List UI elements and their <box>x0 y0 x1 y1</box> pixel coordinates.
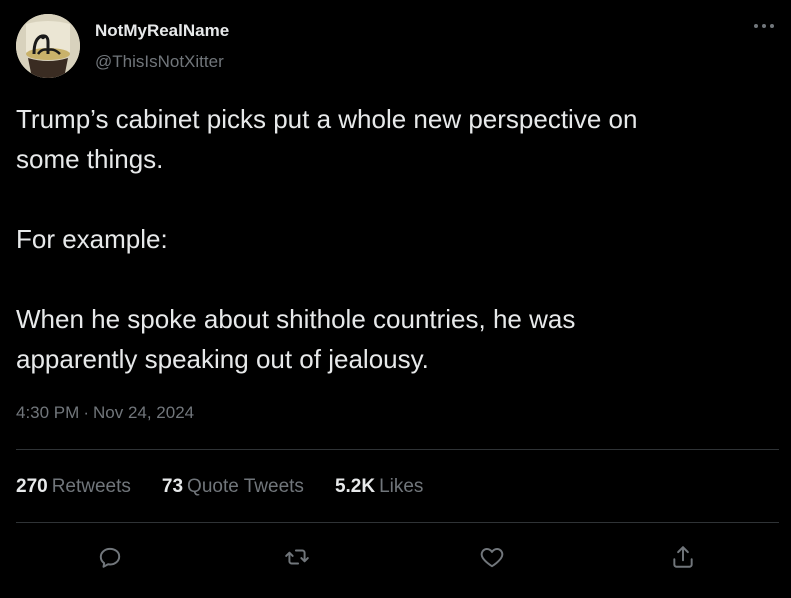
quote-tweets-label: Quote Tweets <box>187 476 304 497</box>
tweet-line <box>16 259 776 299</box>
tweet-detail: NotMyRealName @ThisIsNotXitter Trump’s c… <box>0 0 791 598</box>
tweet-time: 4:30 PM <box>16 403 80 422</box>
likes-stat[interactable]: 5.2K Likes <box>335 476 424 498</box>
share-icon <box>673 546 693 568</box>
avatar-image <box>16 14 80 78</box>
user-handle[interactable]: @ThisIsNotXitter <box>95 52 224 72</box>
retweet-button[interactable] <box>280 540 314 574</box>
display-name[interactable]: NotMyRealName <box>95 21 229 41</box>
retweet-icon <box>285 549 309 565</box>
likes-label: Likes <box>379 476 424 497</box>
likes-count: 5.2K <box>334 476 376 497</box>
tweet-date: Nov 24, 2024 <box>92 403 195 422</box>
like-button[interactable] <box>475 540 509 574</box>
retweets-count: 270 <box>16 476 48 497</box>
tweet-line: When he spoke about shithole countries, … <box>16 304 576 334</box>
retweets-label: Retweets <box>51 476 131 497</box>
more-horizontal-icon <box>754 24 774 28</box>
heart-icon <box>480 548 504 568</box>
tweet-line: some things. <box>16 144 164 174</box>
tweet-line: apparently speaking out of jealousy. <box>16 344 429 374</box>
tweet-text: Trump’s cabinet picks put a whole new pe… <box>16 99 776 379</box>
tweet-line: For example: <box>16 224 168 254</box>
divider <box>16 449 779 450</box>
share-button[interactable] <box>666 540 700 574</box>
reply-button[interactable] <box>93 540 127 574</box>
avatar[interactable] <box>16 14 80 78</box>
timestamp-separator: · <box>83 403 89 422</box>
tweet-timestamp[interactable]: 4:30 PM · Nov 24, 2024 <box>16 403 194 423</box>
retweets-stat[interactable]: 270 Retweets <box>16 476 131 498</box>
more-options-button[interactable] <box>750 16 778 36</box>
quote-tweets-count: 73 <box>161 476 184 497</box>
tweet-line <box>16 179 776 219</box>
tweet-line: Trump’s cabinet picks put a whole new pe… <box>16 104 638 134</box>
divider <box>16 522 779 523</box>
tweet-stats: 270 Retweets 73 Quote Tweets 5.2K Likes <box>16 476 454 498</box>
action-bar <box>0 540 791 574</box>
reply-icon <box>99 547 121 568</box>
quote-tweets-stat[interactable]: 73 Quote Tweets <box>162 476 304 498</box>
